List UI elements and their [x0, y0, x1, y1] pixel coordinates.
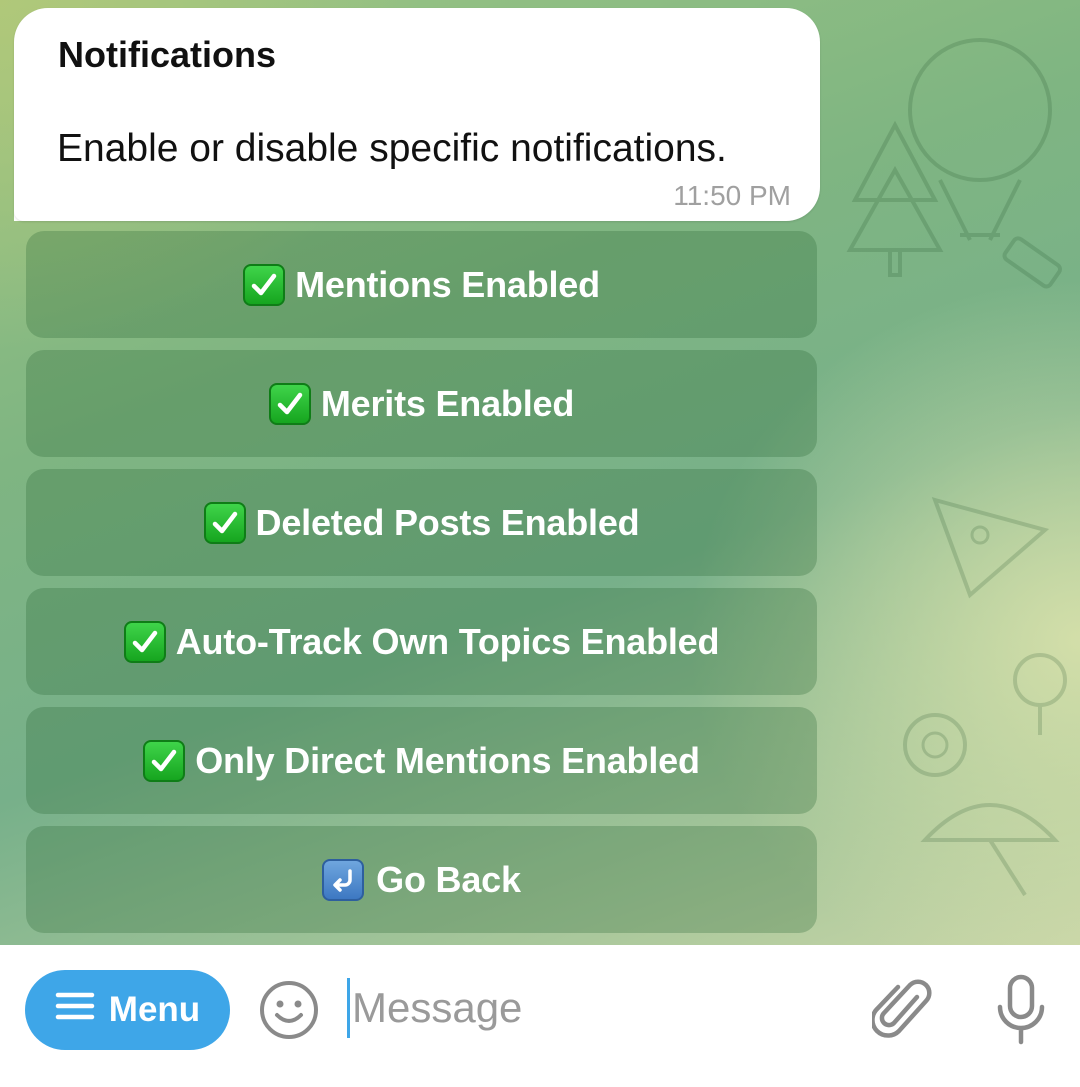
menu-icon [55, 990, 95, 1030]
direct-mentions-toggle-button[interactable]: Only Direct Mentions Enabled [26, 707, 817, 814]
text-cursor [347, 978, 350, 1038]
check-mark-icon [203, 501, 246, 544]
microphone-icon[interactable] [994, 973, 1048, 1047]
flashlight-doodle-icon [990, 230, 1070, 310]
message-bubble: Notifications Enable or disable specific… [14, 8, 820, 221]
button-label: Only Direct Mentions Enabled [195, 739, 700, 781]
ball-doodle-icon [900, 710, 970, 780]
button-label: Go Back [376, 858, 521, 900]
message-input[interactable] [352, 975, 832, 1041]
mentions-toggle-button[interactable]: Mentions Enabled [26, 231, 817, 338]
message-timestamp: 11:50 PM [673, 180, 791, 211]
lollipop-doodle-icon [1010, 650, 1070, 740]
menu-button-label: Menu [108, 990, 201, 1029]
button-label: Merits Enabled [320, 382, 575, 424]
message-title: Notifications [58, 34, 277, 75]
check-mark-icon [243, 263, 286, 306]
check-mark-icon [143, 739, 186, 782]
button-label: Mentions Enabled [295, 263, 600, 305]
return-arrow-icon [322, 858, 365, 901]
pizza-doodle-icon [930, 490, 1050, 600]
emoji-icon[interactable] [258, 979, 320, 1041]
auto-track-toggle-button[interactable]: Auto-Track Own Topics Enabled [26, 588, 817, 695]
button-label: Deleted Posts Enabled [255, 501, 640, 543]
go-back-button[interactable]: Go Back [26, 826, 817, 933]
merits-toggle-button[interactable]: Merits Enabled [26, 350, 817, 457]
deleted-posts-toggle-button[interactable]: Deleted Posts Enabled [26, 469, 817, 576]
check-mark-icon [268, 382, 311, 425]
tree-doodle-icon [840, 120, 950, 280]
paperclip-icon[interactable] [870, 975, 934, 1045]
check-mark-icon [123, 620, 166, 663]
umbrella-doodle-icon [915, 780, 1065, 900]
menu-button[interactable]: Menu [25, 970, 230, 1050]
message-input-bar: Menu [0, 945, 1080, 1087]
message-text: Enable or disable specific notifications… [57, 127, 727, 170]
button-label: Auto-Track Own Topics Enabled [175, 620, 720, 662]
